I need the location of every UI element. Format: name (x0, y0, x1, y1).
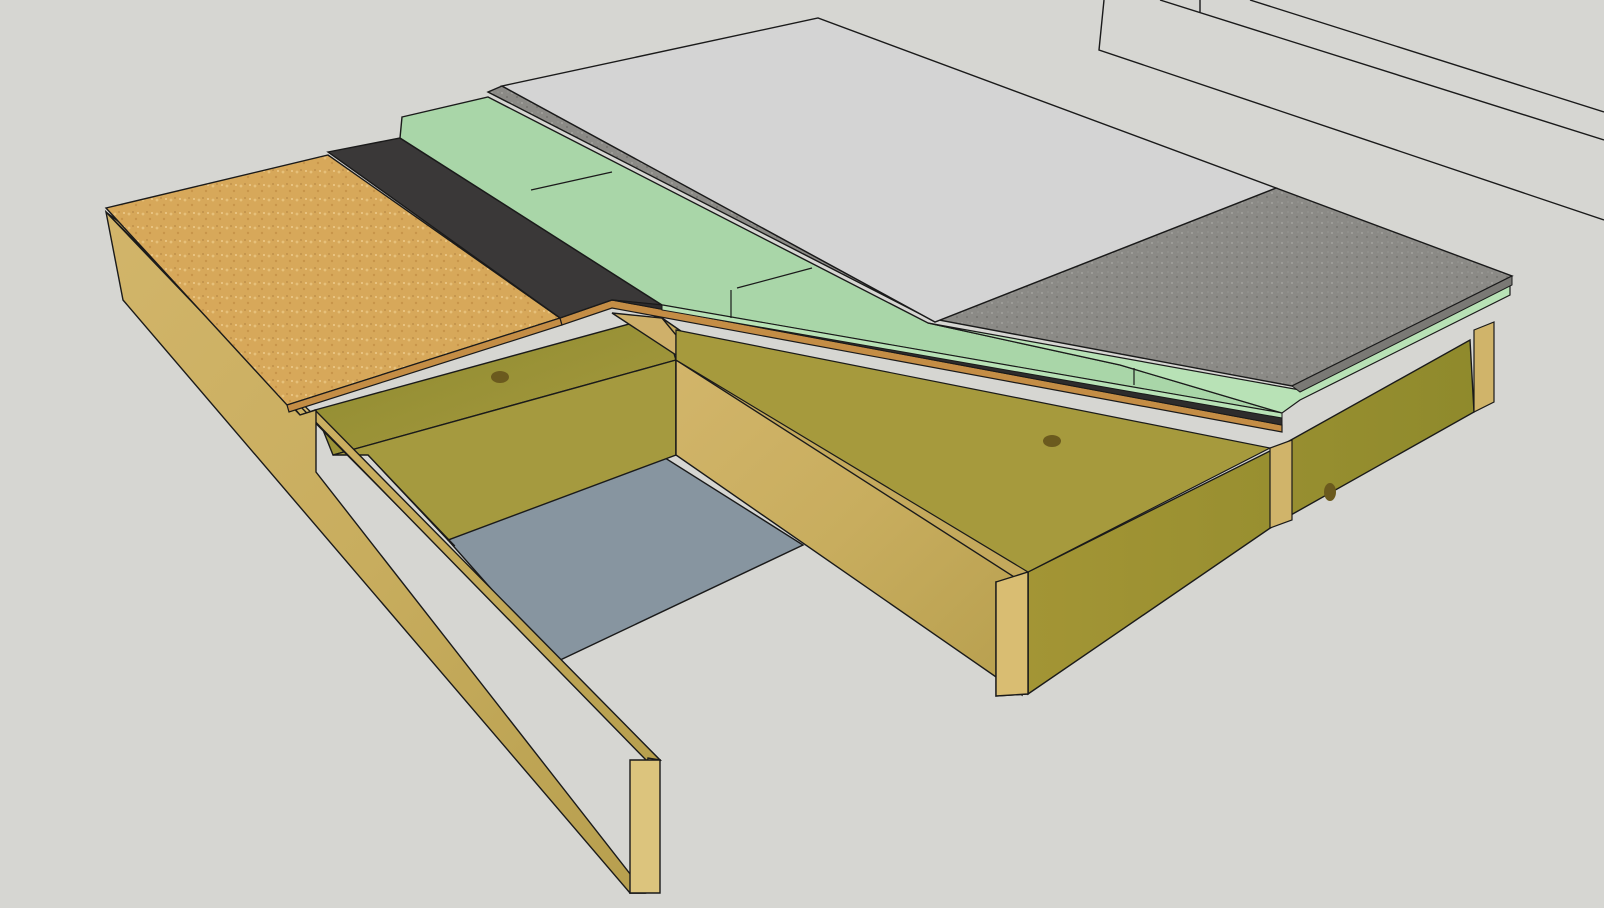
floor-assembly-section-model[interactable] (0, 0, 1604, 908)
sketchup-viewport[interactable] (0, 0, 1604, 908)
